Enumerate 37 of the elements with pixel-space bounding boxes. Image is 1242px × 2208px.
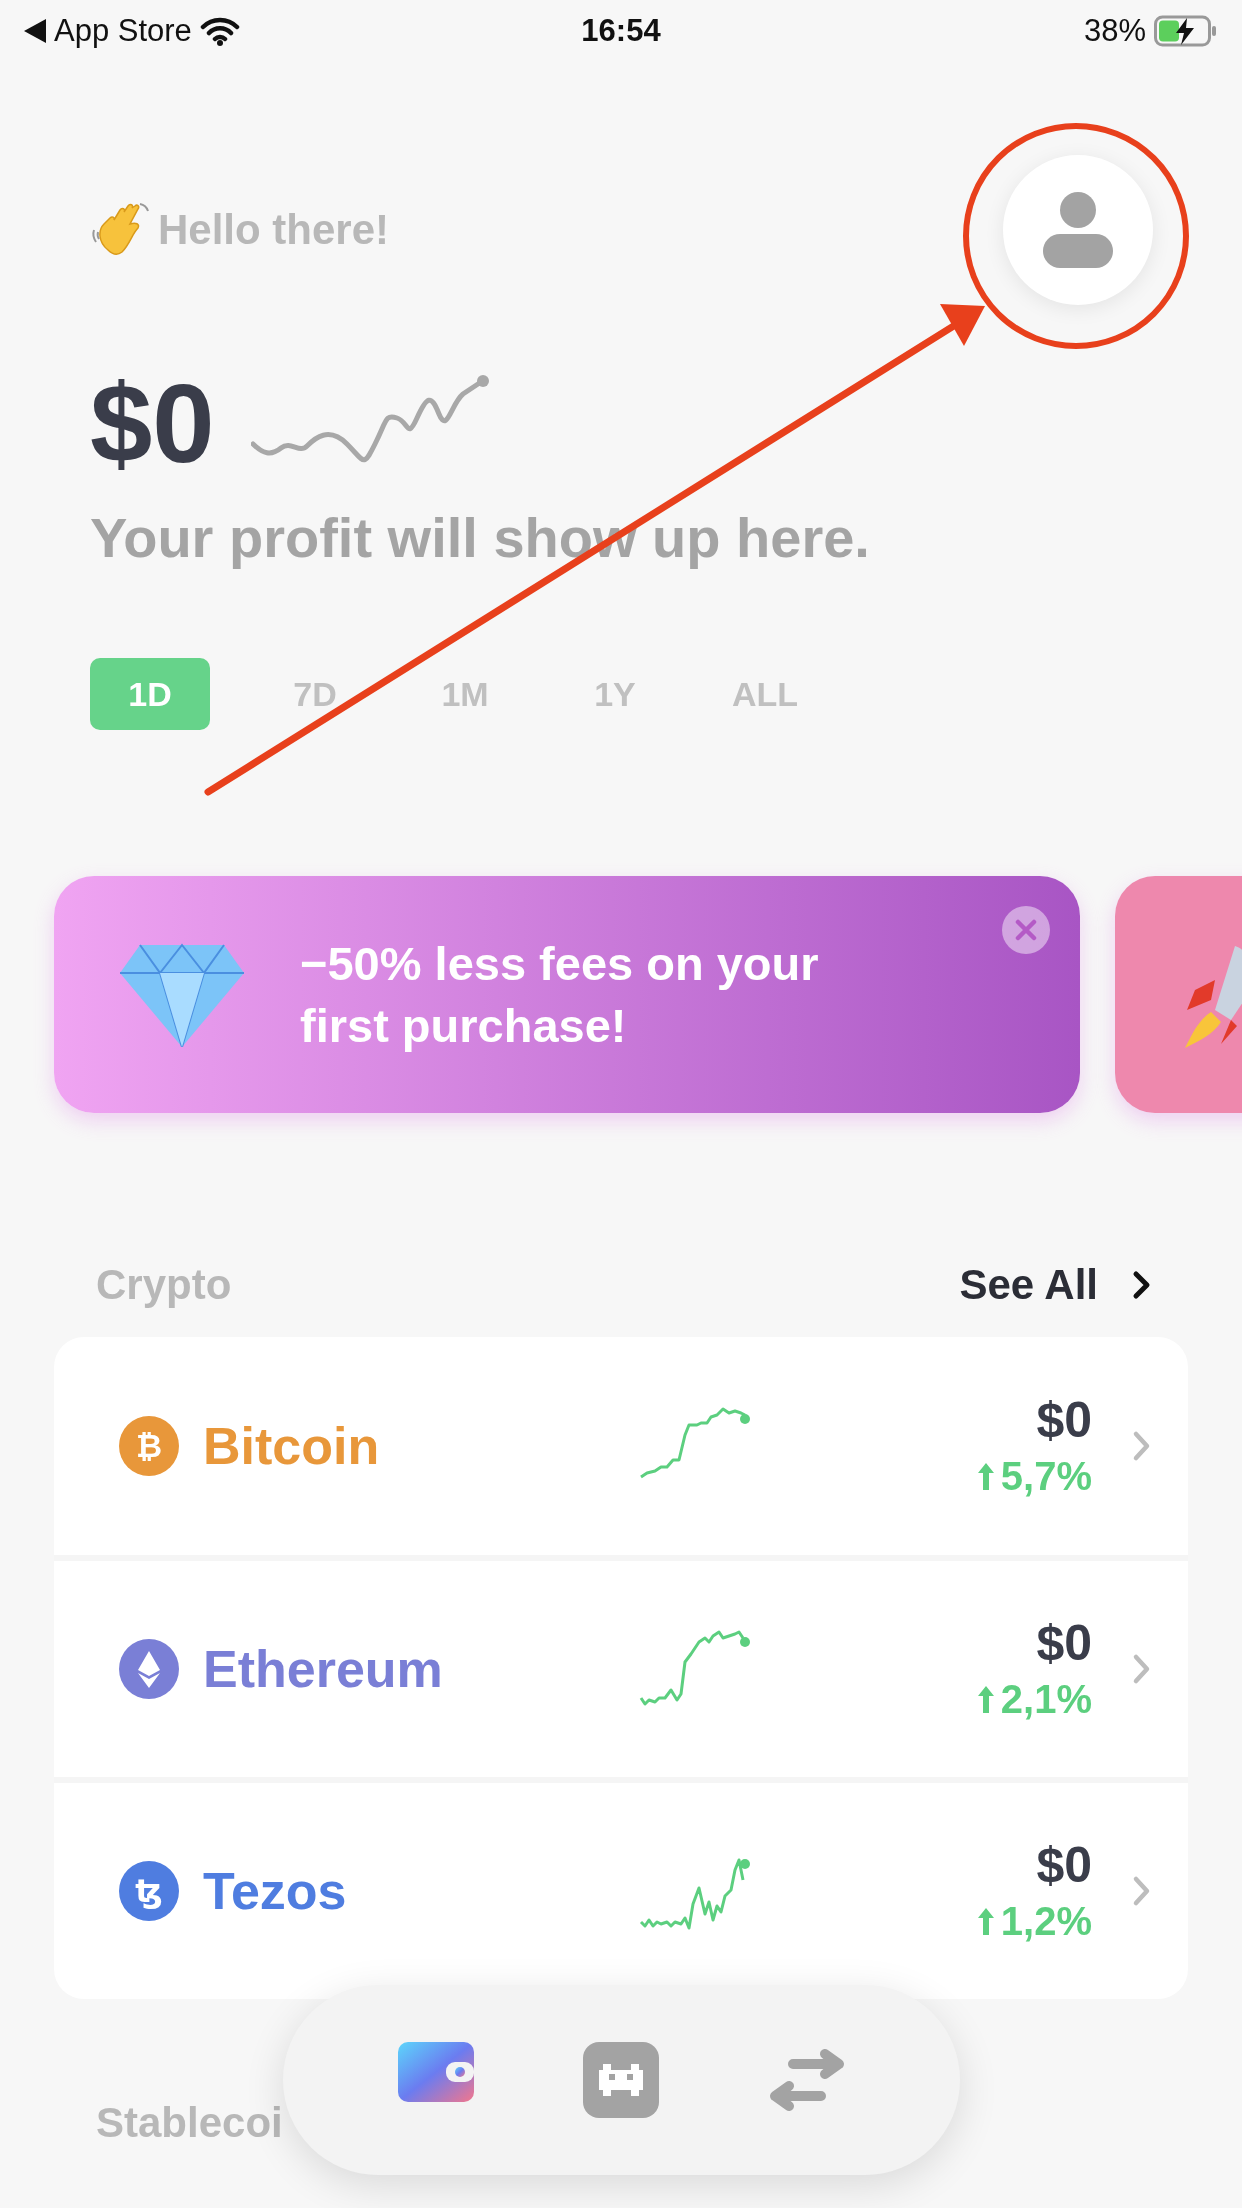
see-all-link[interactable]: See All: [959, 1261, 1152, 1309]
chevron-right-icon[interactable]: [1132, 1430, 1152, 1462]
price-change: 5,7%: [1000, 1453, 1092, 1500]
balance-amount: $0: [90, 360, 215, 488]
coin-name[interactable]: Bitcoin: [203, 1416, 623, 1476]
promo-text: −50% less fees on your first purchase!: [300, 935, 820, 1054]
coin-icon: ꜩ: [119, 1861, 179, 1921]
close-icon: [1015, 919, 1037, 941]
up-arrow-icon: [976, 1684, 995, 1714]
coin-name[interactable]: Tezos: [203, 1861, 623, 1921]
chevron-right-icon[interactable]: [1132, 1653, 1152, 1685]
pixel-alien-tab[interactable]: [583, 2042, 660, 2118]
period-tab[interactable]: 1D: [90, 658, 210, 730]
promo-banner[interactable]: −50% less fees on your first purchase!: [54, 876, 1080, 1113]
section-title: Crypto: [96, 1261, 232, 1309]
back-triangle-icon[interactable]: [24, 19, 46, 43]
battery-percent: 38%: [1083, 13, 1146, 49]
coin-price: $0: [1036, 1614, 1092, 1673]
price-change: 1,2%: [1000, 1898, 1092, 1945]
status-time: 16:54: [581, 13, 661, 49]
chevron-right-icon: [1132, 1270, 1152, 1300]
greeting-text: Hello there!: [158, 206, 390, 254]
section-title: Stablecoi: [96, 2099, 283, 2146]
coin-name[interactable]: Ethereum: [203, 1639, 623, 1699]
person-icon: [1043, 192, 1113, 268]
coin-icon: ₿: [119, 1416, 179, 1476]
coin-price: $0: [1036, 1391, 1092, 1450]
price-change: 2,1%: [1000, 1676, 1092, 1723]
diamond-icon: [120, 942, 244, 1047]
coin-price: $0: [1036, 1836, 1092, 1895]
up-arrow-icon: [976, 1461, 995, 1491]
chevron-right-icon[interactable]: [1132, 1875, 1152, 1907]
back-app-label[interactable]: App Store: [54, 13, 192, 49]
close-button[interactable]: [1002, 906, 1050, 954]
up-arrow-icon: [976, 1906, 995, 1936]
wifi-icon: [199, 16, 240, 46]
battery-charging-icon: [1154, 15, 1218, 47]
